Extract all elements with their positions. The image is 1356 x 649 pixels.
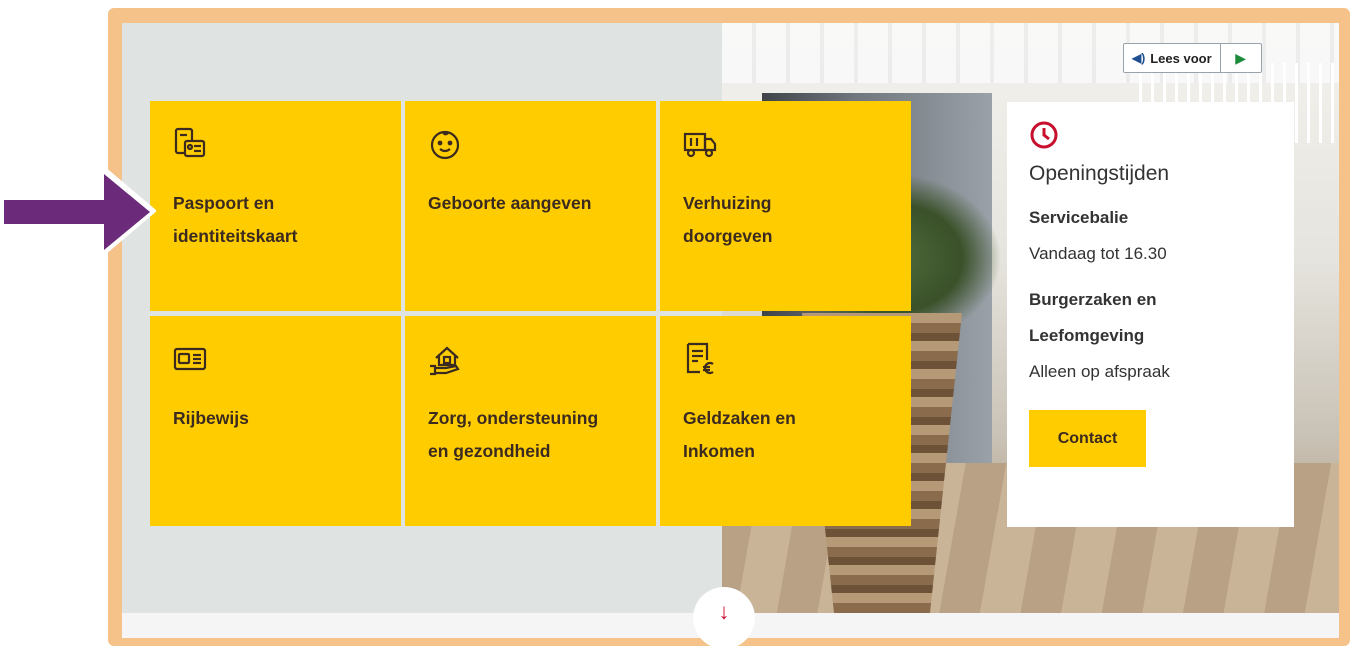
tile-zorg[interactable]: Zorg, ondersteuning en gezondheid — [405, 316, 656, 526]
tile-label-line2: identiteitskaart — [173, 226, 298, 246]
tile-geldzaken[interactable]: Geldzaken en Inkomen — [660, 316, 911, 526]
tile-rijbewijs[interactable]: Rijbewijs — [150, 316, 401, 526]
opening-hours-title: Openingstijden — [1029, 162, 1170, 185]
burgerzaken-heading-line1: Burgerzaken en — [1029, 290, 1157, 309]
burgerzaken-hours: Alleen op afspraak — [1029, 362, 1170, 381]
tile-label-line1: Geboorte aangeven — [428, 193, 592, 213]
drivers-license-icon — [173, 347, 207, 371]
task-tiles: Paspoort en identiteitskaart Geboorte aa… — [150, 101, 912, 526]
document-euro-icon — [686, 342, 714, 375]
tile-label-line1: Geldzaken en — [683, 408, 796, 428]
tile-paspoort[interactable]: Paspoort en identiteitskaart — [150, 101, 401, 311]
tile-verhuizing[interactable]: Verhuizing doorgeven — [660, 101, 911, 311]
tile-label-line1: Rijbewijs — [173, 408, 249, 428]
tile-label-line2: Inkomen — [683, 441, 755, 461]
arrow-down-icon: ↓ — [718, 599, 730, 624]
servicebalie-heading: Servicebalie — [1029, 208, 1129, 227]
contact-button[interactable]: Contact — [1029, 410, 1146, 467]
house-care-hand-icon — [430, 346, 460, 376]
lees-voor-button[interactable]: ◀) Lees voor — [1124, 44, 1221, 72]
play-button[interactable]: ▶ — [1221, 44, 1261, 72]
baby-face-icon — [430, 130, 460, 160]
annotation-arrow-icon — [4, 168, 156, 256]
scroll-down-button[interactable]: ↓ — [693, 587, 755, 649]
tile-label-line1: Paspoort en — [173, 193, 275, 213]
lees-voor-label: Lees voor — [1150, 50, 1212, 66]
burgerzaken-heading-line2: Leefomgeving — [1029, 326, 1145, 345]
tile-label-line1: Verhuizing — [683, 193, 772, 213]
tile-label-line2: en gezondheid — [428, 441, 551, 461]
tile-label-line1: Zorg, ondersteuning — [428, 408, 599, 428]
readspeaker-widget: ◀) Lees voor ▶ — [1123, 43, 1262, 73]
servicebalie-hours: Vandaag tot 16.30 — [1029, 244, 1167, 263]
opening-hours-card: Openingstijden Servicebalie Vandaag tot … — [1007, 102, 1294, 527]
clock-icon — [1030, 121, 1058, 149]
passport-id-icon — [174, 127, 206, 158]
moving-truck-icon — [683, 132, 717, 158]
tile-geboorte[interactable]: Geboorte aangeven — [405, 101, 656, 311]
tile-label-line2: doorgeven — [683, 226, 773, 246]
speaker-icon: ◀) — [1132, 51, 1146, 65]
play-icon: ▶ — [1235, 49, 1247, 66]
